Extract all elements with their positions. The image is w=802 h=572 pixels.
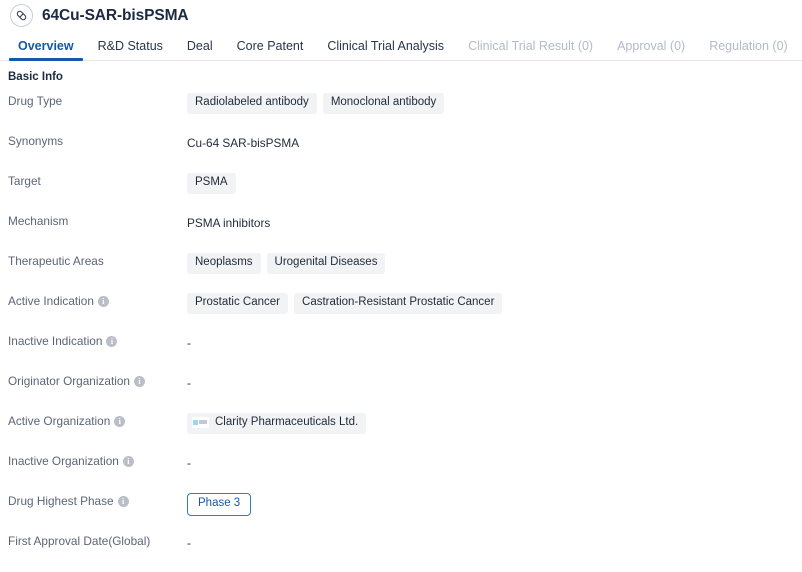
basic-info-section: Basic Info Drug Type Radiolabeled antibo… (0, 61, 802, 572)
field-value-synonyms: Cu-64 SAR-bisPSMA (187, 135, 300, 150)
field-label-text: Active Indication (8, 294, 94, 308)
field-label-text: Active Organization (8, 414, 111, 428)
field-value-therapeutic-areas: Neoplasms Urogenital Diseases (187, 253, 802, 274)
field-value-active-organization: Clarity Pharmaceuticals Ltd. (187, 413, 802, 434)
chip[interactable]: PSMA (187, 173, 236, 194)
field-label-text: Drug Highest Phase (8, 494, 114, 508)
tab-clinical-trial-analysis[interactable]: Clinical Trial Analysis (315, 39, 456, 61)
field-row-inactive-organization: Inactive Organization i - (0, 453, 802, 493)
chip[interactable]: Radiolabeled antibody (187, 93, 317, 114)
organization-chip[interactable]: Clarity Pharmaceuticals Ltd. (187, 413, 367, 434)
field-label-drug-highest-phase: Drug Highest Phase i (0, 493, 187, 508)
field-label-first-approval-date: First Approval Date(Global) (0, 533, 187, 548)
field-row-target: Target PSMA (0, 173, 802, 213)
field-label-drug-type: Drug Type (0, 93, 187, 108)
field-row-drug-type: Drug Type Radiolabeled antibody Monoclon… (0, 93, 802, 133)
page-header: 64Cu-SAR-bisPSMA (0, 0, 802, 31)
info-icon[interactable]: i (133, 375, 145, 387)
field-label-text: Synonyms (8, 134, 64, 148)
tab-bar: Overview R&D Status Deal Core Patent Cli… (0, 31, 802, 61)
tab-rd-status[interactable]: R&D Status (86, 39, 175, 61)
field-value-originator-organization: - (187, 375, 191, 390)
field-label-text: Target (8, 174, 41, 188)
field-label-mechanism: Mechanism (0, 213, 187, 228)
field-value-drug-highest-phase: Phase 3 (187, 493, 802, 516)
field-row-first-approval-date: First Approval Date(Global) - (0, 533, 802, 572)
field-row-drug-highest-phase: Drug Highest Phase i Phase 3 (0, 493, 802, 533)
field-value-target: PSMA (187, 173, 802, 194)
field-label-inactive-organization: Inactive Organization i (0, 453, 187, 468)
field-row-synonyms: Synonyms Cu-64 SAR-bisPSMA (0, 133, 802, 173)
info-icon[interactable]: i (114, 415, 126, 427)
field-label-originator-organization: Originator Organization i (0, 373, 187, 388)
tab-regulation[interactable]: Regulation (0) (697, 39, 800, 61)
chip[interactable]: Prostatic Cancer (187, 293, 289, 314)
field-label-text: Inactive Organization (8, 454, 119, 468)
company-logo-icon (192, 417, 209, 429)
info-icon[interactable]: i (106, 335, 118, 347)
tab-deal[interactable]: Deal (175, 39, 225, 61)
section-title: Basic Info (8, 71, 63, 83)
field-label-text: Mechanism (8, 214, 69, 228)
organization-name: Clarity Pharmaceuticals Ltd. (215, 416, 359, 428)
field-label-text: Inactive Indication (8, 334, 103, 348)
chip[interactable]: Urogenital Diseases (266, 253, 386, 274)
field-label-active-organization: Active Organization i (0, 413, 187, 428)
field-row-originator-organization: Originator Organization i - (0, 373, 802, 413)
info-icon[interactable]: i (97, 295, 109, 307)
field-value-first-approval-date: - (187, 535, 191, 550)
capsule-pill-icon (10, 4, 33, 27)
field-value-inactive-organization: - (187, 455, 191, 470)
phase-badge[interactable]: Phase 3 (187, 493, 252, 516)
page-title: 64Cu-SAR-bisPSMA (42, 6, 189, 24)
tab-approval[interactable]: Approval (0) (605, 39, 697, 61)
drug-detail-page: 64Cu-SAR-bisPSMA Overview R&D Status Dea… (0, 0, 802, 572)
field-row-inactive-indication: Inactive Indication i - (0, 333, 802, 373)
field-label-inactive-indication: Inactive Indication i (0, 333, 187, 348)
field-label-text: Originator Organization (8, 374, 130, 388)
info-icon[interactable]: i (117, 495, 129, 507)
field-label-therapeutic-areas: Therapeutic Areas (0, 253, 187, 268)
field-row-mechanism: Mechanism PSMA inhibitors (0, 213, 802, 253)
field-label-synonyms: Synonyms (0, 133, 187, 148)
info-icon[interactable]: i (122, 455, 134, 467)
field-row-therapeutic-areas: Therapeutic Areas Neoplasms Urogenital D… (0, 253, 802, 293)
field-value-inactive-indication: - (187, 335, 191, 350)
field-label-text: Drug Type (8, 94, 63, 108)
field-label-target: Target (0, 173, 187, 188)
tab-overview[interactable]: Overview (6, 39, 86, 61)
chip[interactable]: Monoclonal antibody (322, 93, 445, 114)
field-label-text: First Approval Date(Global) (8, 534, 151, 548)
field-value-mechanism: PSMA inhibitors (187, 215, 271, 230)
chip[interactable]: Castration-Resistant Prostatic Cancer (294, 293, 503, 314)
field-row-active-indication: Active Indication i Prostatic Cancer Cas… (0, 293, 802, 333)
field-value-active-indication: Prostatic Cancer Castration-Resistant Pr… (187, 293, 802, 314)
field-value-drug-type: Radiolabeled antibody Monoclonal antibod… (187, 93, 802, 114)
field-label-active-indication: Active Indication i (0, 293, 187, 308)
field-row-active-organization: Active Organization i Clarity Pharmaceut… (0, 413, 802, 453)
tab-clinical-trial-result[interactable]: Clinical Trial Result (0) (456, 39, 605, 61)
field-label-text: Therapeutic Areas (8, 254, 104, 268)
chip[interactable]: Neoplasms (187, 253, 261, 274)
tab-core-patent[interactable]: Core Patent (225, 39, 316, 61)
